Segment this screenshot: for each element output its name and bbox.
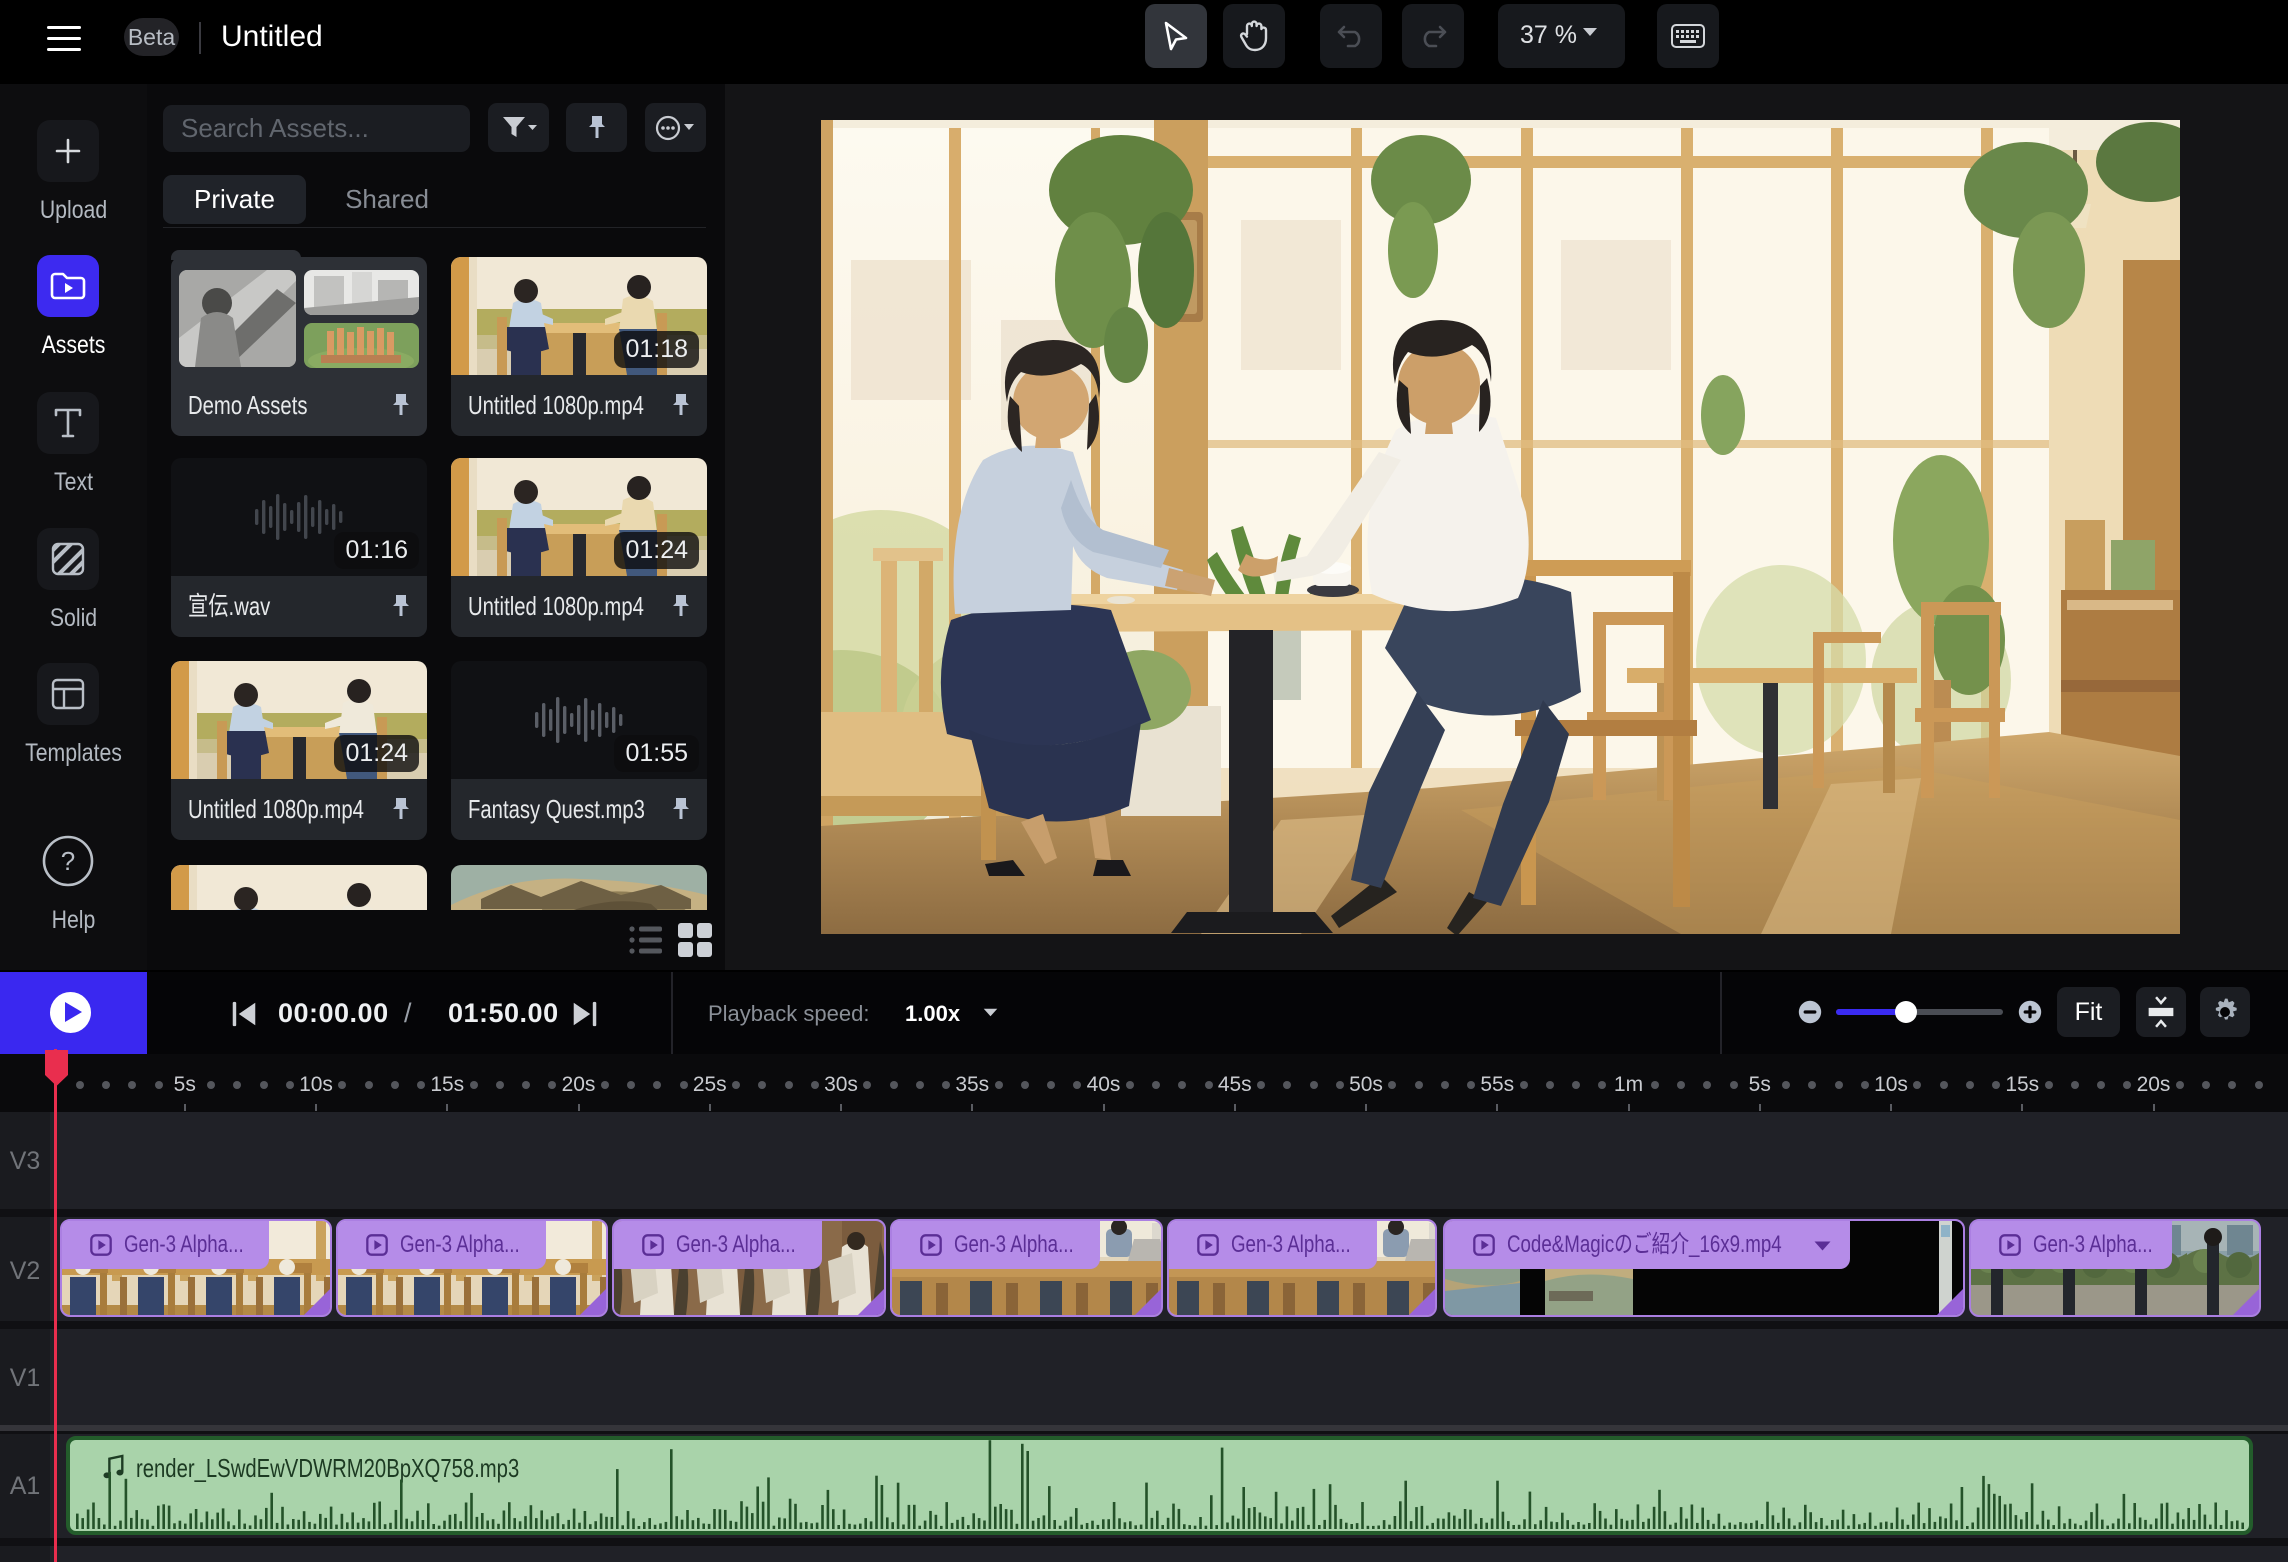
svg-text:?: ?: [61, 846, 75, 876]
